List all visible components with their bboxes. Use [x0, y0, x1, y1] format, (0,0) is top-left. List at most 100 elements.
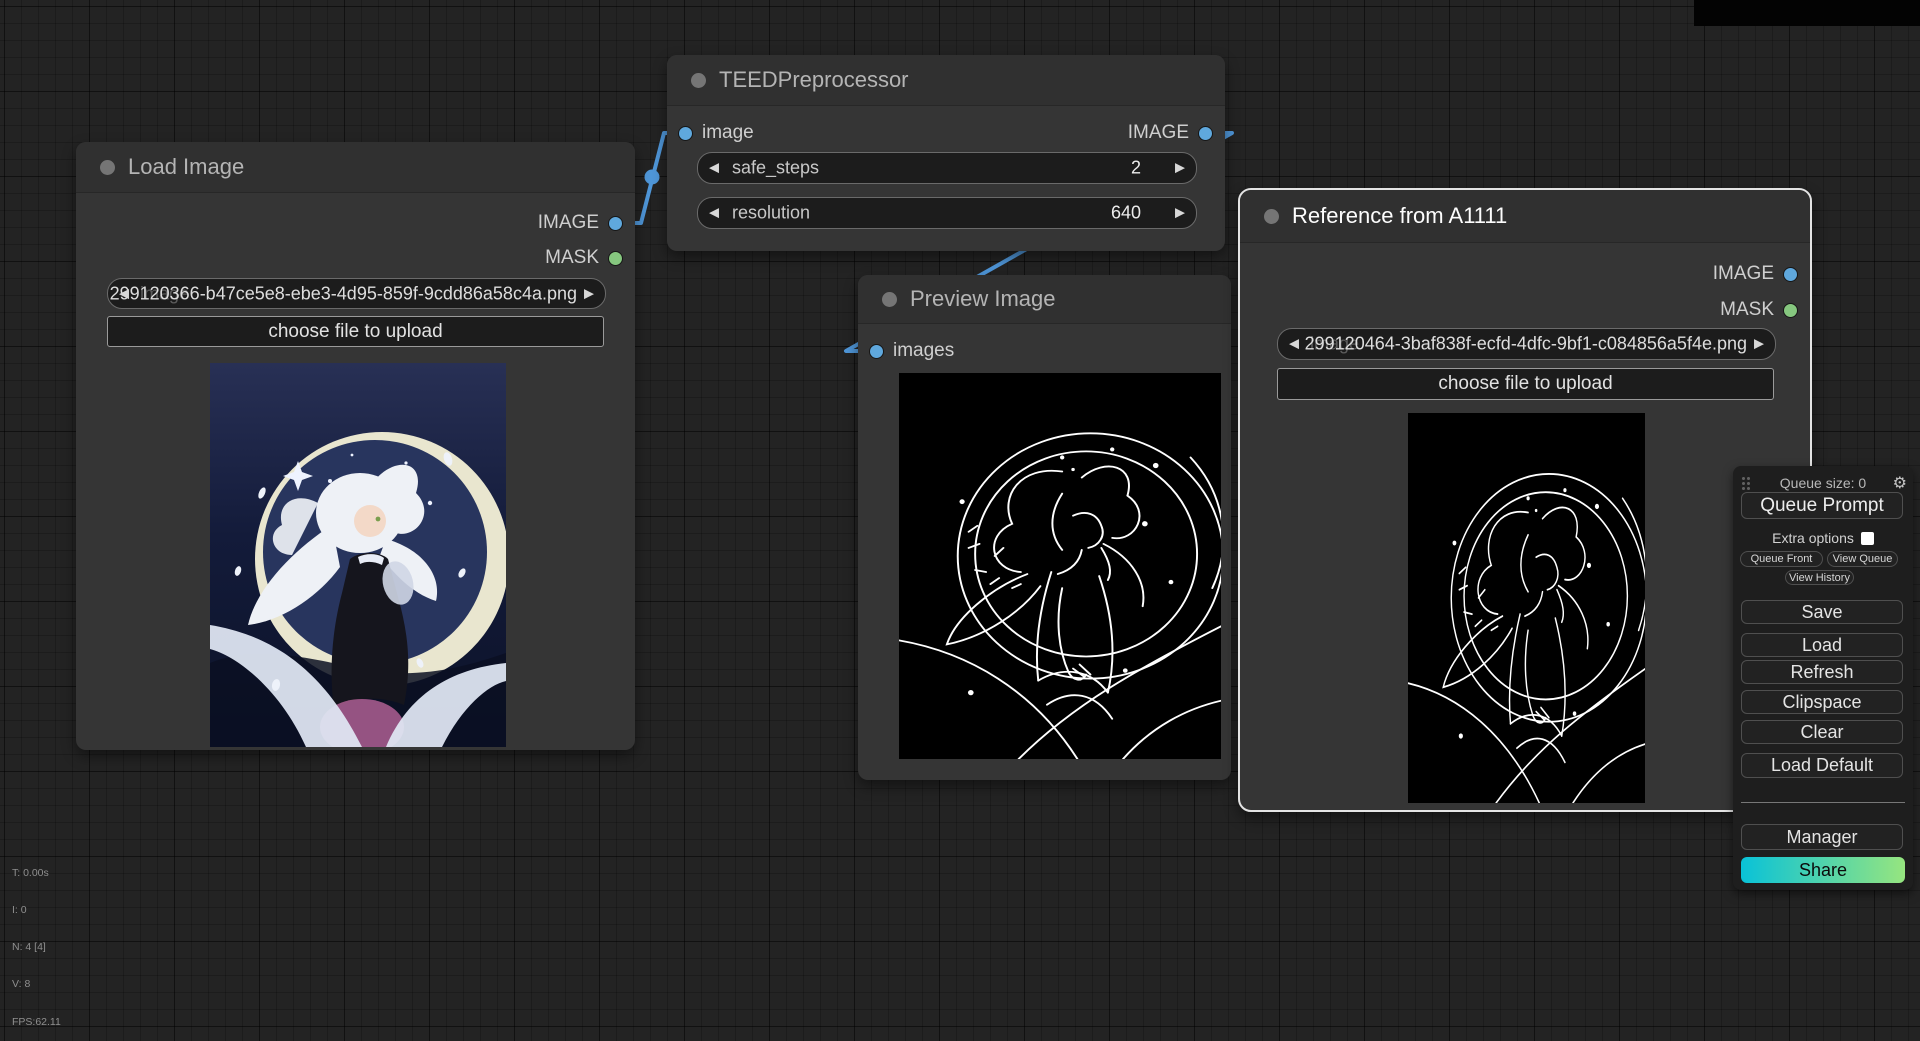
combo-prev-icon[interactable]: ◀ — [1289, 338, 1299, 351]
image-filename-combo[interactable]: ◀ image 299120464-3baf838f-ecfd-4dfc-9bf… — [1277, 328, 1776, 360]
output-label: IMAGE — [1713, 265, 1774, 283]
node-header[interactable]: TEEDPreprocessor — [667, 55, 1225, 106]
load-default-label: Load Default — [1771, 755, 1873, 776]
load-default-button[interactable]: Load Default — [1741, 753, 1903, 778]
node-collapse-dot-icon[interactable] — [691, 73, 706, 88]
view-queue-label: View Queue — [1833, 553, 1893, 565]
clear-label: Clear — [1800, 722, 1843, 743]
mask-port-dot-icon[interactable] — [608, 251, 623, 266]
increment-icon[interactable]: ▶ — [1175, 162, 1185, 175]
clear-button[interactable]: Clear — [1741, 720, 1903, 744]
combo-prev-icon[interactable]: ◀ — [119, 287, 129, 300]
image-port-dot-icon[interactable] — [678, 126, 693, 141]
choose-file-button[interactable]: choose file to upload — [107, 316, 604, 347]
share-label: Share — [1799, 860, 1847, 881]
resolution-widget[interactable]: ◀ resolution 640 ▶ — [697, 197, 1197, 229]
output-port-image[interactable]: IMAGE — [1128, 124, 1213, 142]
lineart-artwork — [899, 373, 1221, 759]
image-filename-combo[interactable]: ◀ image 299120366-b47ce5e8-ebe3-4d95-859… — [107, 278, 606, 309]
node-load-image[interactable]: Load Image IMAGE MASK ◀ image 299120366-… — [76, 142, 635, 750]
node-collapse-dot-icon[interactable] — [100, 160, 115, 175]
link-midpoint-dot — [645, 170, 660, 185]
image-port-dot-icon[interactable] — [869, 344, 884, 359]
loaded-image-preview — [210, 363, 506, 747]
comfyui-canvas[interactable]: { "icons": { "arrow_left": "◀", "arrow_r… — [0, 0, 1920, 918]
queue-prompt-label: Queue Prompt — [1760, 495, 1884, 517]
manager-button[interactable]: Manager — [1741, 824, 1903, 850]
output-label: IMAGE — [538, 214, 599, 232]
view-history-label: View History — [1789, 572, 1850, 584]
stat-fps: FPS:62.11 — [12, 1016, 61, 1028]
choose-file-label: choose file to upload — [1438, 373, 1612, 395]
node-collapse-dot-icon[interactable] — [1264, 209, 1279, 224]
extra-options-label: Extra options — [1772, 530, 1854, 546]
queue-front-button[interactable]: Queue Front — [1740, 551, 1823, 567]
view-queue-button[interactable]: View Queue — [1827, 551, 1898, 567]
refresh-button[interactable]: Refresh — [1741, 660, 1903, 684]
node-reference-from-a1111[interactable]: Reference from A1111 IMAGE MASK ◀ image … — [1238, 188, 1812, 812]
stat-iterations: I: 0 — [12, 904, 61, 916]
decrement-icon[interactable]: ◀ — [709, 162, 719, 175]
refresh-label: Refresh — [1790, 662, 1853, 683]
node-collapse-dot-icon[interactable] — [882, 292, 897, 307]
manager-label: Manager — [1786, 827, 1857, 848]
output-label: IMAGE — [1128, 124, 1189, 142]
menu-divider — [1741, 802, 1905, 803]
queue-front-label: Queue Front — [1751, 553, 1813, 565]
widget-value: 640 — [1111, 203, 1141, 224]
choose-file-button[interactable]: choose file to upload — [1277, 368, 1774, 400]
output-label: MASK — [545, 249, 599, 267]
node-header[interactable]: Preview Image — [858, 275, 1231, 324]
input-port-images[interactable]: images — [869, 342, 954, 360]
share-button[interactable]: Share — [1741, 857, 1905, 883]
input-label: images — [893, 342, 954, 360]
queue-prompt-button[interactable]: Queue Prompt — [1741, 492, 1903, 519]
node-header[interactable]: Load Image — [76, 142, 635, 193]
save-button[interactable]: Save — [1741, 600, 1903, 624]
stat-time: T: 0.00s — [12, 867, 61, 879]
stat-nodes: N: 4 [4] — [12, 941, 61, 953]
clipspace-button[interactable]: Clipspace — [1741, 690, 1903, 714]
comfyui-menu-panel: Queue size: 0 ⚙ Queue Prompt Extra optio… — [1733, 466, 1913, 890]
view-history-button[interactable]: View History — [1785, 570, 1854, 585]
extra-options-checkbox[interactable] — [1861, 532, 1874, 545]
combo-next-icon[interactable]: ▶ — [1754, 338, 1764, 351]
node-title: Reference from A1111 — [1292, 203, 1507, 229]
stat-version: V: 8 — [12, 978, 61, 990]
combo-next-icon[interactable]: ▶ — [584, 287, 594, 300]
edge-preview-image — [899, 373, 1221, 759]
top-right-black-bar — [1694, 0, 1920, 26]
increment-icon[interactable]: ▶ — [1175, 207, 1185, 220]
decrement-icon[interactable]: ◀ — [709, 207, 719, 220]
load-label: Load — [1802, 635, 1842, 656]
output-port-mask[interactable]: MASK — [1720, 301, 1798, 319]
mask-port-dot-icon[interactable] — [1783, 303, 1798, 318]
extra-options-row: Extra options — [1733, 530, 1913, 546]
node-header[interactable]: Reference from A1111 — [1240, 190, 1810, 243]
menu-title-row: Queue size: 0 ⚙ — [1733, 474, 1913, 492]
image-filename-value: 299120464-3baf838f-ecfd-4dfc-9bf1-c08485… — [1305, 334, 1747, 355]
image-port-dot-icon[interactable] — [1783, 267, 1798, 282]
image-port-dot-icon[interactable] — [1198, 126, 1213, 141]
input-label: image — [702, 124, 754, 142]
input-port-image[interactable]: image — [678, 124, 754, 142]
output-label: MASK — [1720, 301, 1774, 319]
widget-label: safe_steps — [732, 158, 819, 179]
settings-gear-icon[interactable]: ⚙ — [1893, 474, 1907, 492]
output-port-mask[interactable]: MASK — [545, 249, 623, 267]
output-port-image[interactable]: IMAGE — [538, 214, 623, 232]
node-teed-preprocessor[interactable]: TEEDPreprocessor image IMAGE ◀ safe_step… — [667, 55, 1225, 251]
save-label: Save — [1801, 602, 1842, 623]
node-preview-image[interactable]: Preview Image images — [858, 275, 1231, 780]
load-button[interactable]: Load — [1741, 633, 1903, 657]
safe-steps-widget[interactable]: ◀ safe_steps 2 ▶ — [697, 152, 1197, 184]
choose-file-label: choose file to upload — [268, 321, 442, 343]
queue-size-label: Queue size: 0 — [1733, 475, 1913, 491]
widget-value: 2 — [1131, 158, 1141, 179]
clipspace-label: Clipspace — [1782, 692, 1861, 713]
reference-preview-image — [1408, 413, 1645, 803]
image-port-dot-icon[interactable] — [608, 216, 623, 231]
output-port-image[interactable]: IMAGE — [1713, 265, 1798, 283]
widget-label: resolution — [732, 203, 810, 224]
canvas-stats-overlay: T: 0.00s I: 0 N: 4 [4] V: 8 FPS:62.11 — [12, 842, 61, 1041]
